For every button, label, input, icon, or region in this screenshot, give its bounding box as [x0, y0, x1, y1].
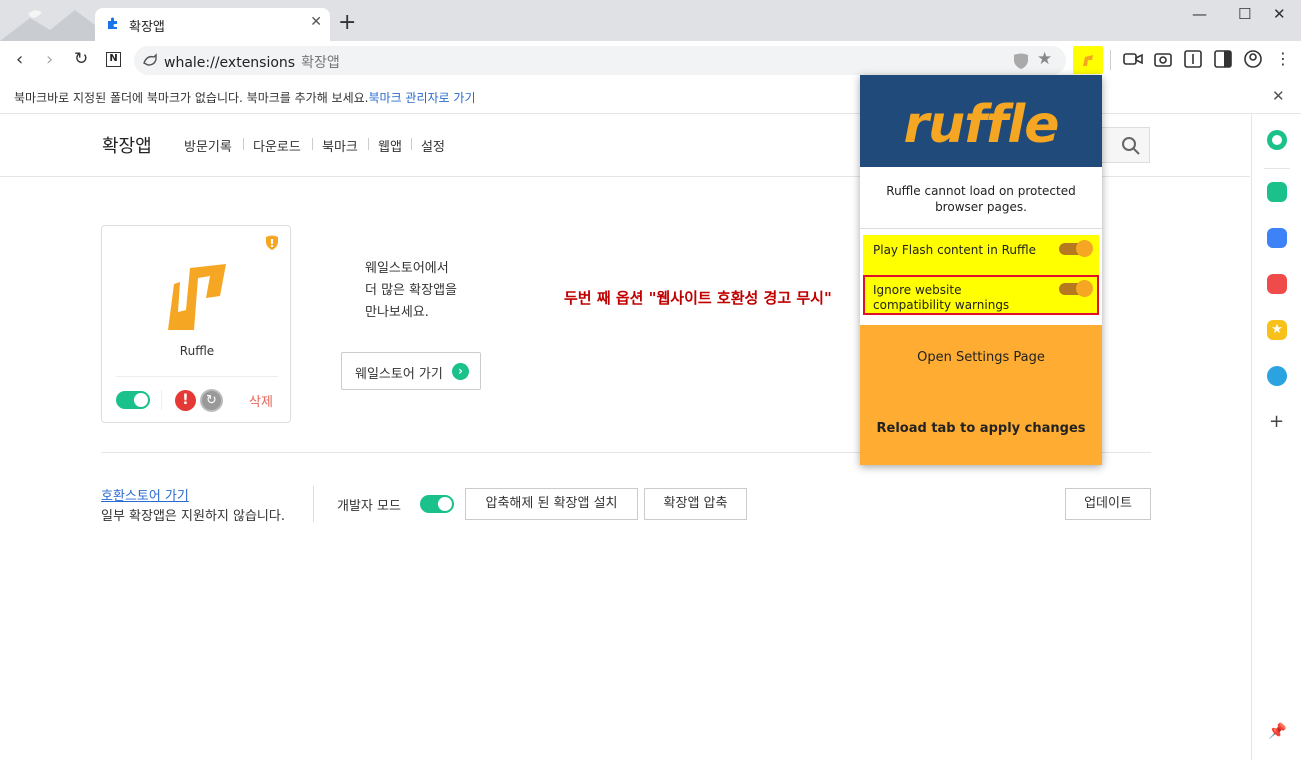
toolbar-divider	[1110, 50, 1111, 70]
search-icon	[1122, 137, 1140, 155]
reader-icon[interactable]	[1182, 48, 1204, 70]
pack-extension-button[interactable]: 확장앱 압축	[644, 488, 747, 520]
ruffle-popup-header: ruffle	[860, 75, 1102, 167]
forward-icon[interactable]: ›	[46, 49, 53, 70]
ruffle-status-message: Ruffle cannot load on protected browser …	[860, 183, 1102, 215]
tab-title: 확장앱	[129, 20, 165, 35]
update-button[interactable]: 업데이트	[1065, 488, 1151, 520]
nav-bookmarks[interactable]: 북마크	[322, 136, 358, 155]
store-promo-line: 웨일스토어에서	[365, 261, 449, 276]
store-promo: 웨일스토어에서 더 많은 확장앱을 만나보세요.	[365, 258, 457, 324]
dev-mode-toggle[interactable]	[420, 495, 454, 513]
store-promo-line: 만나보세요.	[365, 305, 429, 320]
option-ignore-warnings: Ignore website compatibility warnings	[863, 275, 1099, 315]
ruffle-logo-text: ruffle	[903, 95, 1059, 155]
option-label: Play Flash content in Ruffle	[873, 243, 1037, 257]
bookmark-empty-message: 북마크바로 지정된 폴더에 북마크가 없습니다. 북마크를 추가해 보세요.	[14, 91, 369, 105]
compat-note: 일부 확장앱은 지원하지 않습니다.	[101, 509, 285, 524]
browser-theme-art	[0, 10, 95, 41]
tab-extensions[interactable]: 확장앱 ✕	[95, 8, 330, 41]
wallet-icon[interactable]	[1267, 228, 1287, 248]
card-divider	[116, 376, 278, 377]
nav-separator	[368, 138, 369, 150]
ruffle-status-line: Ruffle cannot load on protected	[886, 184, 1076, 198]
minimize-icon[interactable]: —	[1192, 5, 1207, 23]
refresh-icon[interactable]: ↻	[200, 389, 223, 412]
bookmark-manager-link[interactable]: 북마크 관리자로 가기	[369, 91, 476, 105]
error-icon[interactable]: !	[175, 390, 196, 411]
bookmark-bar: 북마크바로 지정된 폴더에 북마크가 없습니다. 북마크를 추가해 보세요.북마…	[0, 80, 1301, 114]
reload-icon[interactable]: ↻	[74, 49, 88, 69]
ruffle-logo-icon	[168, 264, 226, 330]
option-ignore-warnings-toggle[interactable]	[1059, 280, 1093, 297]
pin-icon[interactable]: 📌	[1268, 722, 1287, 740]
tab-close-icon[interactable]: ✕	[310, 14, 322, 30]
annotation-text: 두번 째 옵션 "웹사이트 호환성 경고 무시"	[564, 289, 832, 307]
delete-extension-button[interactable]: 삭제	[249, 391, 273, 410]
url-page-label: 확장앱	[301, 55, 340, 71]
favorites-star-icon[interactable]: ★	[1267, 320, 1287, 340]
shield-icon[interactable]	[1012, 52, 1030, 70]
footer-separator	[313, 486, 314, 522]
open-settings-button[interactable]: Open Settings Page	[860, 350, 1102, 365]
url-text: whale://extensions	[164, 55, 296, 71]
sidebar-divider	[1264, 168, 1290, 169]
extension-card: Ruffle ! ↻ 삭제	[101, 225, 291, 423]
whale-store-button[interactable]: 웨일스토어 가기 ›	[341, 352, 481, 390]
popup-divider	[860, 228, 1102, 229]
dev-mode-label: 개발자 모드	[337, 499, 401, 514]
ruffle-action-panel	[860, 325, 1102, 465]
whale-space-icon[interactable]	[1267, 130, 1287, 150]
new-tab-button[interactable]: +	[338, 12, 356, 34]
ruffle-status-line: browser pages.	[935, 200, 1027, 214]
sidebar-toggle-icon[interactable]	[1212, 48, 1234, 70]
extension-search-button[interactable]	[1100, 127, 1150, 163]
pocket-icon[interactable]	[1267, 274, 1287, 294]
load-unpacked-button[interactable]: 압축해제 된 확장앱 설치	[465, 488, 638, 520]
video-icon[interactable]	[1122, 48, 1144, 70]
camera-icon[interactable]	[1152, 48, 1174, 70]
warning-shield-icon	[266, 235, 278, 250]
star-icon[interactable]: ★	[1037, 49, 1052, 69]
nav-webapps[interactable]: 웹앱	[378, 136, 402, 155]
menu-icon[interactable]: ⋮	[1275, 49, 1291, 68]
reload-tab-message: Reload tab to apply changes	[876, 421, 1086, 436]
ruffle-icon	[1083, 55, 1093, 66]
puzzle-icon	[108, 17, 117, 29]
page-title: 확장앱	[102, 136, 152, 157]
notification-icon[interactable]	[1267, 182, 1287, 202]
nav-separator	[411, 138, 412, 150]
store-promo-line: 더 많은 확장앱을	[365, 283, 457, 298]
nav-separator	[312, 138, 313, 150]
back-icon[interactable]: ‹	[16, 49, 23, 70]
compat-store-link[interactable]: 호환스토어 가기	[101, 485, 189, 504]
nav-history[interactable]: 방문기록	[184, 136, 232, 155]
whale-store-button-label: 웨일스토어 가기	[355, 367, 443, 382]
right-sidebar: ★ + 📌	[1251, 114, 1301, 760]
card-separator	[161, 390, 162, 410]
maximize-icon[interactable]: ☐	[1238, 5, 1251, 23]
option-play-flash-toggle[interactable]	[1059, 240, 1093, 257]
ruffle-extension-button[interactable]	[1073, 46, 1103, 74]
extension-name: Ruffle	[179, 344, 215, 358]
translate-icon[interactable]	[1267, 366, 1287, 386]
address-bar[interactable]: whale://extensions 확장앱 ★	[134, 46, 1066, 75]
option-label: Ignore website compatibility warnings	[873, 283, 1010, 312]
extension-enable-toggle[interactable]	[116, 391, 150, 409]
whale-icon	[143, 53, 157, 66]
profile-icon[interactable]	[1242, 48, 1264, 70]
bookmark-bar-close-icon[interactable]: ✕	[1272, 87, 1285, 105]
option-play-flash: Play Flash content in Ruffle	[863, 235, 1099, 275]
add-sidebar-icon[interactable]: +	[1269, 411, 1284, 432]
close-window-icon[interactable]: ✕	[1273, 5, 1286, 23]
arrow-right-icon: ›	[452, 363, 469, 380]
nav-separator	[243, 138, 244, 150]
naver-icon[interactable]: N	[106, 52, 121, 67]
nav-downloads[interactable]: 다운로드	[253, 136, 301, 155]
nav-settings[interactable]: 설정	[421, 136, 445, 155]
